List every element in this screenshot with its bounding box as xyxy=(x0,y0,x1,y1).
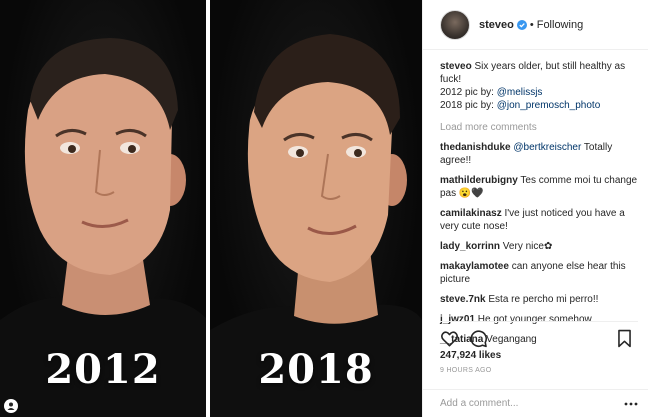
bookmark-icon[interactable] xyxy=(615,329,634,348)
add-comment-bar xyxy=(423,389,648,417)
comment-item: mathilderubigny Tes comme moi tu change … xyxy=(440,174,638,200)
header-separator: • xyxy=(529,18,534,31)
post-sidebar: steveo • Following steveo Six years olde… xyxy=(422,0,648,417)
comment-username[interactable]: camilakinasz xyxy=(440,208,502,219)
post-photo[interactable]: 2012 2018 xyxy=(0,0,422,417)
caption-mention-1[interactable]: @melissjs xyxy=(497,87,543,98)
caption-mention-2[interactable]: @jon_premosch_photo xyxy=(497,100,601,111)
add-comment-input[interactable] xyxy=(440,398,624,409)
likes-count[interactable]: 247,924 likes xyxy=(440,350,501,361)
year-label-2018: 2018 xyxy=(258,346,374,393)
heart-icon[interactable] xyxy=(440,329,459,348)
comment-item: steve.7nk Esta re percho mi perro!! xyxy=(440,293,638,306)
photo-2018: 2018 xyxy=(210,0,422,417)
verified-badge-icon xyxy=(516,19,527,30)
caption-username[interactable]: steveo xyxy=(440,61,472,72)
comment-icon[interactable] xyxy=(469,329,488,348)
photo-2012: 2012 xyxy=(0,0,206,417)
post-header: steveo • Following xyxy=(423,0,648,50)
comment-item: camilakinasz I've just noticed you have … xyxy=(440,207,638,233)
comment-mention[interactable]: @bertkreischer xyxy=(513,142,581,153)
comment-text: Very nice✿ xyxy=(500,241,553,252)
year-label-2012: 2012 xyxy=(45,346,161,393)
comment-item: lady_korrinn Very nice✿ xyxy=(440,240,638,253)
comment-username[interactable]: thedanishduke xyxy=(440,142,511,153)
user-tag-icon[interactable] xyxy=(4,399,18,413)
following-button[interactable]: Following xyxy=(537,19,583,31)
comment-text: Esta re percho mi perro!! xyxy=(485,294,599,305)
caption-credit-1-label: 2012 pic by: xyxy=(440,87,497,98)
avatar[interactable] xyxy=(440,9,470,40)
action-bar xyxy=(440,321,638,349)
comment-username[interactable]: steve.7nk xyxy=(440,294,486,305)
comments-section: steveo Six years older, but still health… xyxy=(423,50,648,346)
more-options-icon[interactable] xyxy=(624,401,638,407)
comment-item: makaylamotee can anyone else hear this p… xyxy=(440,260,638,286)
post-caption: steveo Six years older, but still health… xyxy=(440,60,638,112)
post-timestamp[interactable]: 9 HOURS AGO xyxy=(440,367,492,374)
header-username[interactable]: steveo xyxy=(479,19,514,31)
comment-username[interactable]: makaylamotee xyxy=(440,261,509,272)
comment-item: thedanishduke @bertkreischer Totally agr… xyxy=(440,141,638,167)
caption-credit-2-label: 2018 pic by: xyxy=(440,100,497,111)
comment-username[interactable]: mathilderubigny xyxy=(440,175,518,186)
comment-username[interactable]: lady_korrinn xyxy=(440,241,500,252)
header-text: steveo • Following xyxy=(479,19,583,31)
load-more-comments-link[interactable]: Load more comments xyxy=(440,121,638,134)
